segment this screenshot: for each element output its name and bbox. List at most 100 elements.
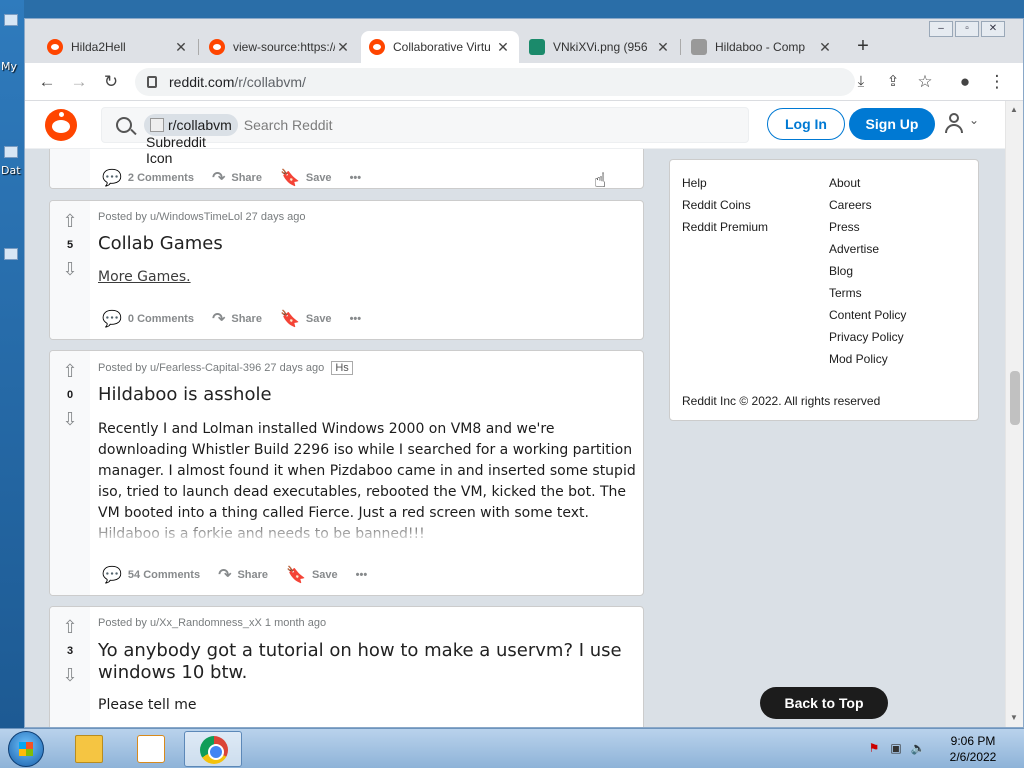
tab-view-source[interactable]: view-source:https:// ✕ — [201, 31, 359, 63]
tab-hilda2hell[interactable]: Hilda2Hell ✕ — [39, 31, 197, 63]
taskbar-chrome[interactable] — [184, 731, 242, 767]
save-button[interactable]: 🔖 Save — [280, 168, 332, 188]
sidebar-link-advertise[interactable]: Advertise — [829, 242, 879, 256]
close-icon[interactable]: ✕ — [173, 39, 189, 56]
post-card[interactable]: ⇧ 3 ⇩ Posted by u/Xx_Randomness_xX 1 mon… — [49, 606, 644, 727]
desktop-background: My Dat — [0, 0, 24, 728]
sidebar-link-press[interactable]: Press — [829, 220, 860, 234]
upvote-arrow-icon[interactable]: ⇧ — [60, 617, 80, 637]
save-button[interactable]: 🔖 Save — [280, 309, 332, 329]
post-body-link[interactable]: More Games. — [98, 269, 191, 285]
sidebar-link-content-policy[interactable]: Content Policy — [829, 308, 906, 322]
sidebar-link-careers[interactable]: Careers — [829, 198, 872, 212]
sidebar-link-about[interactable]: About — [829, 176, 860, 190]
save-button[interactable]: 🔖 Save — [286, 565, 338, 585]
tab-vnkixvi-png[interactable]: VNkiXVi.png (956 ✕ — [521, 31, 679, 63]
scroll-up-arrow-icon[interactable]: ▲ — [1010, 105, 1018, 114]
scroll-thumb[interactable] — [1010, 371, 1020, 425]
post-title[interactable]: Collab Games — [98, 233, 638, 255]
reddit-logo-icon[interactable] — [45, 109, 77, 141]
back-arrow-icon[interactable]: ← — [35, 71, 59, 93]
document-icon[interactable] — [4, 146, 18, 158]
bookmark-icon: 🔖 — [286, 567, 306, 584]
close-icon[interactable]: ✕ — [817, 39, 833, 56]
taskbar: ⚑ ▣ 🔈 9:06 PM 2/6/2022 — [0, 728, 1024, 768]
share-icon[interactable]: ⇪ — [881, 71, 905, 93]
action-center-icon[interactable]: ⚑ — [866, 741, 882, 757]
comment-icon: 💬 — [102, 567, 122, 584]
subreddit-chip[interactable]: r/collabvm Subreddit Icon — [144, 114, 238, 166]
share-label: Share — [237, 569, 269, 581]
comment-icon: 💬 — [102, 311, 122, 328]
close-icon[interactable]: ✕ — [335, 39, 351, 56]
downvote-arrow-icon[interactable]: ⇩ — [60, 665, 80, 685]
taskbar-explorer[interactable] — [60, 731, 118, 767]
post-title[interactable]: Yo anybody got a tutorial on how to make… — [98, 640, 638, 684]
close-icon[interactable]: ✕ — [495, 39, 511, 56]
volume-icon[interactable]: 🔈 — [910, 741, 926, 757]
new-tab-button[interactable]: + — [851, 35, 875, 58]
forward-arrow-icon[interactable]: → — [67, 71, 91, 93]
upvote-arrow-icon[interactable]: ⇧ — [60, 211, 80, 231]
scroll-down-arrow-icon[interactable]: ▼ — [1010, 713, 1018, 722]
reload-icon[interactable]: ↻ — [99, 71, 123, 93]
page-scrollbar[interactable]: ▲ ▼ — [1005, 101, 1023, 727]
share-button[interactable]: ↷ Share — [218, 565, 268, 585]
lock-icon[interactable] — [147, 76, 157, 88]
minimize-button[interactable]: – — [929, 21, 953, 37]
post-card[interactable]: ⇧ 0 ⇩ Posted by u/Fearless-Capital-396 2… — [49, 350, 644, 596]
share-label: Share — [231, 172, 262, 184]
close-icon[interactable]: ✕ — [655, 39, 671, 56]
start-button[interactable] — [8, 731, 44, 767]
post-card[interactable]: ⇧ 5 ⇩ Posted by u/WindowsTimeLol 27 days… — [49, 200, 644, 340]
computer-icon[interactable] — [4, 14, 18, 26]
search-bar[interactable]: r/collabvm Subreddit Icon Search Reddit — [101, 107, 749, 166]
tab-divider — [198, 39, 199, 55]
sidebar-footer-card: Help Reddit Coins Reddit Premium About C… — [669, 159, 979, 421]
maximize-button[interactable]: ▫ — [955, 21, 979, 37]
more-options-icon[interactable]: ••• — [356, 569, 368, 581]
comments-button[interactable]: 💬 0 Comments — [102, 309, 194, 329]
shortcut-icon[interactable] — [4, 248, 18, 260]
more-options-icon[interactable]: ••• — [350, 172, 362, 184]
sidebar-link-help[interactable]: Help — [682, 176, 707, 190]
sidebar-link-reddit-premium[interactable]: Reddit Premium — [682, 220, 768, 234]
broken-image-icon — [150, 118, 164, 132]
comments-button[interactable]: 💬 2 Comments — [102, 168, 194, 188]
post-title[interactable]: Hildaboo is asshole — [98, 384, 638, 406]
sign-up-button[interactable]: Sign Up — [849, 108, 935, 140]
share-arrow-icon: ↷ — [211, 170, 226, 187]
log-in-button[interactable]: Log In — [767, 108, 845, 140]
sidebar-link-mod-policy[interactable]: Mod Policy — [829, 352, 888, 366]
post-actions: 💬 2 Comments ↷ Share 🔖 Save ••• — [102, 168, 379, 188]
sidebar-link-reddit-coins[interactable]: Reddit Coins — [682, 198, 751, 212]
network-icon[interactable]: ▣ — [888, 741, 904, 757]
back-to-top-button[interactable]: Back to Top — [760, 687, 888, 719]
address-bar[interactable]: reddit.com/r/collabvm/ — [135, 68, 855, 96]
user-dropdown[interactable]: ⌄ — [945, 113, 985, 137]
tab-hildaboo[interactable]: Hildaboo - Comp ✕ — [683, 31, 841, 63]
tab-collaborative-virtual[interactable]: Collaborative Virtu ✕ — [361, 31, 519, 63]
save-label: Save — [305, 172, 332, 184]
install-app-icon[interactable]: ⤓ — [849, 71, 873, 93]
upvote-arrow-icon[interactable]: ⇧ — [60, 361, 80, 381]
reddit-icon — [209, 39, 225, 55]
profile-avatar-icon[interactable]: ● — [953, 71, 977, 93]
chrome-icon — [200, 736, 228, 764]
sidebar-link-terms[interactable]: Terms — [829, 286, 862, 300]
taskbar-media-player[interactable] — [122, 731, 180, 767]
share-button[interactable]: ↷ Share — [212, 309, 262, 329]
comments-button[interactable]: 💬 54 Comments — [102, 565, 200, 585]
bookmark-star-icon[interactable]: ☆ — [913, 71, 937, 93]
close-window-button[interactable]: ✕ — [981, 21, 1005, 37]
share-button[interactable]: ↷ Share — [212, 168, 262, 188]
desktop-label-my: My — [1, 60, 18, 73]
chrome-menu-icon[interactable]: ⋮ — [985, 71, 1009, 93]
sidebar-link-blog[interactable]: Blog — [829, 264, 853, 278]
search-input[interactable]: Search Reddit — [244, 117, 333, 133]
more-options-icon[interactable]: ••• — [350, 313, 362, 325]
system-clock[interactable]: 9:06 PM 2/6/2022 — [938, 733, 1008, 765]
downvote-arrow-icon[interactable]: ⇩ — [60, 259, 80, 279]
downvote-arrow-icon[interactable]: ⇩ — [60, 409, 80, 429]
sidebar-link-privacy-policy[interactable]: Privacy Policy — [829, 330, 904, 344]
